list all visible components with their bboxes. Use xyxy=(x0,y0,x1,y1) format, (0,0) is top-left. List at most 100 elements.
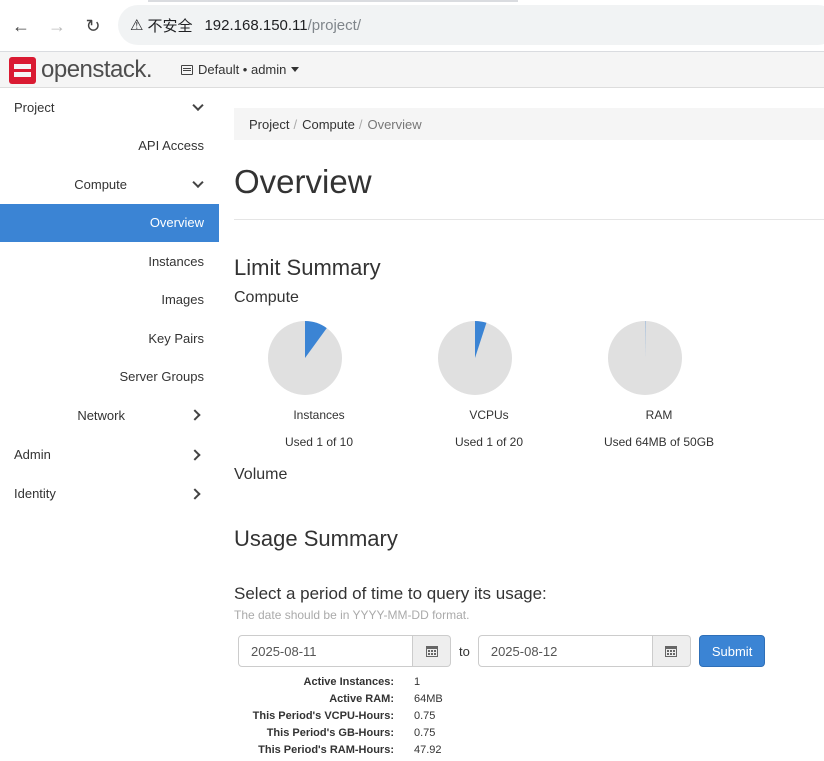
reload-icon[interactable]: ↻ xyxy=(81,14,105,38)
sidebar-item-label: Server Groups xyxy=(119,369,204,385)
sidebar-item-instances[interactable]: Instances xyxy=(0,242,219,281)
compute-heading: Compute xyxy=(234,289,299,306)
date-format-help: The date should be in YYYY-MM-DD format. xyxy=(234,608,470,622)
sidebar-item-images[interactable]: Images xyxy=(0,281,219,320)
stat-row: Active Instances: 1 xyxy=(234,673,824,690)
chevron-down-icon xyxy=(192,99,204,112)
calendar-icon xyxy=(665,645,678,657)
usage-stats: Active Instances: 1 Active RAM: 64MB Thi… xyxy=(234,673,824,758)
to-label: to xyxy=(459,643,470,659)
sidebar-item-label: Instances xyxy=(148,253,204,269)
chevron-right-icon xyxy=(189,487,201,500)
sidebar-item-overview[interactable]: Overview xyxy=(0,203,219,242)
breadcrumb-separator: / xyxy=(358,116,363,132)
sidebar-item-network[interactable]: Network xyxy=(0,396,219,435)
calendar-icon xyxy=(425,645,438,657)
caret-down-icon xyxy=(291,67,300,72)
chevron-right-icon xyxy=(189,448,201,461)
project-picker-label: Default • admin xyxy=(198,62,287,77)
limit-used-text: Used 64MB of 50GB xyxy=(603,435,715,449)
sidebar-item-compute[interactable]: Compute xyxy=(0,165,219,204)
stat-key: This Period's VCPU-Hours: xyxy=(252,709,394,722)
forward-icon[interactable]: → xyxy=(45,14,69,38)
warning-icon: ⚠ xyxy=(130,17,144,34)
sidebar-item-project[interactable]: Project xyxy=(0,88,219,127)
main-content: Project / Compute / Overview Overview Li… xyxy=(234,88,824,758)
sidebar-item-key-pairs[interactable]: Key Pairs xyxy=(0,319,219,358)
chevron-right-icon xyxy=(189,409,201,421)
stat-row: This Period's GB-Hours: 0.75 xyxy=(234,724,824,741)
stat-value: 1 xyxy=(414,675,421,688)
start-date-picker-button[interactable] xyxy=(413,635,451,667)
start-date-group xyxy=(238,635,451,667)
vcpus-pie-chart xyxy=(438,321,512,395)
breadcrumb-compute[interactable]: Compute xyxy=(302,117,355,132)
sidebar-item-identity[interactable]: Identity xyxy=(0,475,219,513)
sidebar-item-label: Key Pairs xyxy=(148,330,204,346)
limit-ram: RAM Used 64MB of 50GB xyxy=(574,320,744,449)
volume-heading: Volume xyxy=(234,466,288,483)
date-range-form: to Submit xyxy=(238,635,824,667)
stat-row: This Period's VCPU-Hours: 0.75 xyxy=(234,707,824,724)
stat-value: 0.75 xyxy=(414,709,436,722)
logo-text: openstack. xyxy=(41,56,153,83)
page-title: Overview xyxy=(234,163,372,200)
limit-label: RAM xyxy=(645,408,673,422)
end-date-picker-button[interactable] xyxy=(652,635,691,667)
sidebar-item-label: Compute xyxy=(74,176,127,192)
back-icon[interactable]: ← xyxy=(9,14,33,38)
project-picker-dropdown[interactable]: Default • admin xyxy=(181,62,300,77)
stat-value: 64MB xyxy=(414,692,443,705)
limit-label: Instances xyxy=(293,408,345,422)
stat-key: This Period's GB-Hours: xyxy=(266,726,394,739)
limit-pies: Instances Used 1 of 10 VCPUs Used 1 of 2… xyxy=(234,320,824,449)
sidebar-item-label: Identity xyxy=(14,486,56,501)
instances-pie-chart xyxy=(268,321,342,395)
openstack-logo[interactable]: openstack. xyxy=(9,56,153,84)
usage-summary-heading: Usage Summary xyxy=(234,526,398,551)
sidebar-item-server-groups[interactable]: Server Groups xyxy=(0,358,219,397)
breadcrumb-project[interactable]: Project xyxy=(249,117,289,132)
sidebar: Project API Access Compute Overview Inst… xyxy=(0,88,219,513)
breadcrumb-overview: Overview xyxy=(367,116,422,132)
end-date-group xyxy=(477,635,691,667)
url-path: /project/ xyxy=(307,16,361,34)
limit-summary-heading: Limit Summary xyxy=(234,255,381,280)
security-indicator[interactable]: ⚠ 不安全 xyxy=(130,15,192,36)
end-date-input[interactable] xyxy=(477,635,653,667)
limit-used-text: Used 1 of 20 xyxy=(454,435,524,449)
limit-label: VCPUs xyxy=(469,408,509,422)
sidebar-item-admin[interactable]: Admin xyxy=(0,435,219,475)
limit-instances: Instances Used 1 of 10 xyxy=(234,320,404,449)
sidebar-item-label: API Access xyxy=(138,138,204,154)
stat-value: 47.92 xyxy=(414,743,442,756)
stat-key: Active RAM: xyxy=(329,692,394,705)
ram-pie-chart xyxy=(608,320,682,395)
sidebar-item-label: Admin xyxy=(14,447,51,462)
sidebar-item-label: Project xyxy=(14,99,55,115)
limit-vcpus: VCPUs Used 1 of 20 xyxy=(404,320,574,449)
sidebar-item-label: Overview xyxy=(149,215,204,231)
tab-strip-edge xyxy=(148,0,518,2)
sidebar-item-label: Images xyxy=(161,292,204,308)
url-host: 192.168.150.11 xyxy=(204,16,308,34)
browser-toolbar: ← → ↻ ⚠ 不安全 192.168.150.11/project/ xyxy=(0,0,824,52)
submit-button[interactable]: Submit xyxy=(698,635,766,667)
chevron-down-icon xyxy=(192,176,204,189)
stat-row: This Period's RAM-Hours: 47.92 xyxy=(234,741,824,758)
stat-value: 0.75 xyxy=(414,726,436,739)
stat-key: This Period's RAM-Hours: xyxy=(258,743,394,756)
limit-used-text: Used 1 of 10 xyxy=(284,435,354,449)
stat-key: Active Instances: xyxy=(303,675,394,688)
security-label: 不安全 xyxy=(147,17,193,35)
stat-row: Active RAM: 64MB xyxy=(234,690,824,707)
address-bar[interactable]: ⚠ 不安全 192.168.150.11/project/ xyxy=(118,5,824,45)
breadcrumb: Project / Compute / Overview xyxy=(234,108,824,140)
page-divider xyxy=(234,219,824,220)
sidebar-item-api-access[interactable]: API Access xyxy=(0,127,219,166)
query-period-title: Select a period of time to query its usa… xyxy=(234,584,547,603)
start-date-input[interactable] xyxy=(238,635,413,667)
breadcrumb-separator: / xyxy=(293,116,298,132)
sidebar-item-label: Network xyxy=(77,407,125,423)
top-navbar: openstack. Default • admin xyxy=(0,52,824,88)
